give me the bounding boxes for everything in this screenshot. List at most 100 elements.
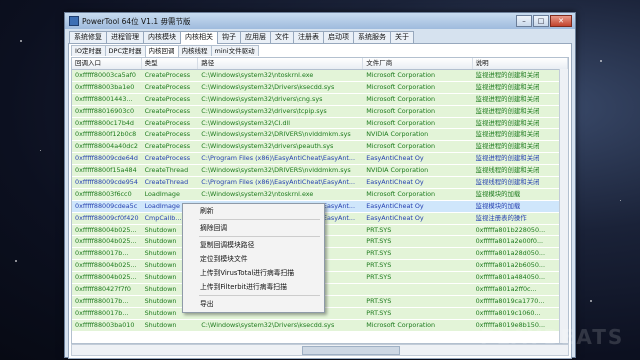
- table-cell: C:\Windows\system32\ntoskrnl.exe: [201, 71, 314, 79]
- table-cell: 监视进程的创建和关闭: [475, 142, 540, 151]
- menu-item-copy-path[interactable]: 复制回调模块路径: [183, 238, 324, 252]
- tab-file[interactable]: 文件: [270, 31, 294, 43]
- table-cell: [363, 284, 472, 295]
- menu-item-upload-virustotal[interactable]: 上传到VirusTotal进行病毒扫描: [183, 266, 324, 280]
- tab-about[interactable]: 关于: [390, 31, 414, 43]
- maximize-button[interactable]: □: [533, 15, 549, 27]
- table-row[interactable]: 0xfffff88004a40dc2 CreateProcess C:\Window…: [72, 141, 568, 154]
- tab-startup[interactable]: 启动项: [323, 31, 354, 43]
- menu-item-upload-filterbit[interactable]: 上传到Filterbit进行病毒扫描: [183, 280, 324, 294]
- app-icon: [69, 16, 79, 26]
- table-cell: 0xfffff88004b025...: [75, 225, 137, 234]
- table-cell: Microsoft Corporation: [366, 118, 436, 127]
- tab-process[interactable]: 进程管理: [106, 31, 144, 43]
- table-cell: Microsoft Corporation: [366, 106, 436, 115]
- table-cell: Microsoft Corporation: [366, 82, 436, 91]
- table-cell: CreateProcess: [144, 118, 191, 127]
- table-cell: 0xfffff880427f7f0: [75, 285, 131, 294]
- table-cell: 监视线程的创建和关闭: [475, 178, 540, 187]
- tab-app-layer[interactable]: 应用层: [240, 31, 271, 43]
- table-cell: 监视进程的创建和关闭: [475, 118, 540, 127]
- column-header[interactable]: 路径: [198, 58, 364, 69]
- table-cell: 0xfffff88009cde954: [75, 178, 138, 187]
- table-cell: C:\Windows\system32\Drivers\ksecdd.sys: [201, 320, 335, 329]
- table-cell: 监视模块的加载: [475, 189, 521, 198]
- main-tabs: 系统修复 进程管理 内核模块 内核相关 钩子 应用层 文件 注册表 启动项 系统…: [65, 29, 575, 44]
- table-row[interactable]: 0xfffff88016903c0 CreateProcess C:\Windows…: [72, 105, 568, 118]
- table-cell: EasyAntiCheat Oy: [366, 201, 424, 210]
- table-cell: CreateThread: [144, 178, 189, 187]
- scrollbar-thumb[interactable]: [302, 346, 400, 355]
- menu-item-export[interactable]: 导出: [183, 297, 324, 311]
- table-cell: 监视进程的创建和关闭: [475, 130, 540, 139]
- column-header[interactable]: 文件厂商: [363, 58, 473, 69]
- table-cell: 0xfffff80003ca5af0: [75, 71, 136, 79]
- table-cell: 监视线程的创建和关闭: [475, 166, 540, 175]
- table-cell: 0xfffff88004b025...: [75, 237, 137, 246]
- table-cell: 0xfffffa801a484050...: [475, 273, 546, 282]
- table-cell: 0xfffff8800f15a484: [75, 166, 137, 175]
- table-cell: 0xfffff88003f6cc0: [75, 189, 132, 198]
- table-cell: EasyAntiCheat Oy: [366, 213, 424, 222]
- table-cell: CreateProcess: [144, 94, 191, 103]
- table-cell: 0xfffff8800c17b4d: [75, 118, 134, 127]
- subtab-kernel-threads[interactable]: 内核线程: [177, 45, 212, 56]
- table-cell: 0xfffff880017b...: [75, 308, 129, 317]
- table-cell: Microsoft Corporation: [366, 71, 436, 79]
- star: [20, 40, 22, 42]
- column-header[interactable]: 类型: [142, 58, 199, 69]
- tab-kernel-modules[interactable]: 内核模块: [143, 31, 181, 43]
- tab-kernel-related[interactable]: 内核相关: [180, 31, 218, 44]
- table-row[interactable]: 0xfffff8800c17b4d CreateProcess C:\Windows…: [72, 117, 568, 130]
- table-cell: 0xfffff88004b025...: [75, 273, 137, 282]
- title-bar: PowerTool 64位 V1.1 毋需节版 – □ ✕: [65, 13, 575, 29]
- table-cell: CreateProcess: [144, 82, 191, 91]
- vertical-scrollbar[interactable]: [559, 69, 568, 343]
- table-cell: PRT.SYS: [366, 296, 392, 305]
- table-cell: CreateProcess: [144, 142, 191, 151]
- window-controls: – □ ✕: [516, 15, 572, 27]
- table-cell: C:\Windows\system32\ntoskrnl.exe: [201, 189, 314, 198]
- menu-item-locate-file[interactable]: 定位到模块文件: [183, 252, 324, 266]
- menu-item-remove-callback[interactable]: 摘除回调: [183, 221, 324, 235]
- table-cell: C:\Program Files (x86)\EasyAntiCheat\Eas…: [201, 154, 355, 163]
- table-cell: C:\Program Files (x86)\EasyAntiCheat\Eas…: [201, 178, 355, 187]
- column-header[interactable]: 回调入口: [72, 58, 142, 69]
- table-row[interactable]: 0xfffff80003ca5af0 CreateProcess C:\Window…: [72, 70, 568, 82]
- table-cell: 0xfffff88016903c0: [75, 106, 135, 115]
- subtab-io-timer[interactable]: IO定时器: [71, 45, 106, 56]
- table-row[interactable]: 0xfffff8800f15a484 CreateThread C:\Windows…: [72, 165, 568, 178]
- table-row[interactable]: 0xfffff8800f12b0c8 CreateProcess C:\Window…: [72, 129, 568, 142]
- table-cell: NVIDIA Corporation: [366, 130, 429, 139]
- table-cell: CreateProcess: [144, 71, 191, 79]
- tab-system-repair[interactable]: 系统修复: [69, 31, 107, 43]
- table-row[interactable]: 0xfffff88001443... CreateProcess C:\Window…: [72, 93, 568, 106]
- tab-services[interactable]: 系统服务: [353, 31, 391, 43]
- menu-separator: [199, 236, 320, 237]
- subtab-kernel-callbacks[interactable]: 内核回调: [144, 45, 179, 57]
- tab-registry[interactable]: 注册表: [293, 31, 324, 43]
- close-button[interactable]: ✕: [550, 15, 572, 27]
- table-cell: 0xfffff88009cde64d: [75, 154, 138, 163]
- table-row[interactable]: 0xfffff88009cde64d CreateProcess C:\Progra…: [72, 153, 568, 166]
- table-cell: PRT.SYS: [366, 308, 392, 317]
- menu-item-refresh[interactable]: 刷新: [183, 204, 324, 218]
- tab-hooks[interactable]: 钩子: [217, 31, 241, 43]
- subtab-dpc-timer[interactable]: DPC定时器: [104, 45, 146, 56]
- table-row[interactable]: 0xfffff88009cde954 CreateThread C:\Program…: [72, 177, 568, 189]
- table-row[interactable]: 0xfffff88003f6cc0 LoadImage C:\Windows\sys…: [72, 188, 568, 201]
- table-cell: 0xfffffa801a2b6050...: [475, 261, 545, 270]
- table-cell: PRT.SYS: [366, 237, 392, 246]
- table-cell: 0xfffff88001443...: [75, 94, 133, 103]
- table-cell: 0xfffffa8019c1060...: [475, 308, 541, 317]
- table-row[interactable]: 0xfffff88003ba1e0 CreateProcess C:\Windows…: [72, 81, 568, 94]
- minimize-button[interactable]: –: [516, 15, 532, 27]
- star: [620, 200, 621, 201]
- column-header[interactable]: 说明: [473, 58, 568, 69]
- table-cell: C:\Windows\system32\CI.dll: [201, 118, 291, 127]
- menu-separator: [199, 219, 320, 220]
- table-cell: Microsoft Corporation: [366, 189, 436, 198]
- menu-separator: [199, 295, 320, 296]
- subtab-minifilter[interactable]: mini文件驱动: [210, 45, 259, 56]
- table-cell: PRT.SYS: [366, 261, 392, 270]
